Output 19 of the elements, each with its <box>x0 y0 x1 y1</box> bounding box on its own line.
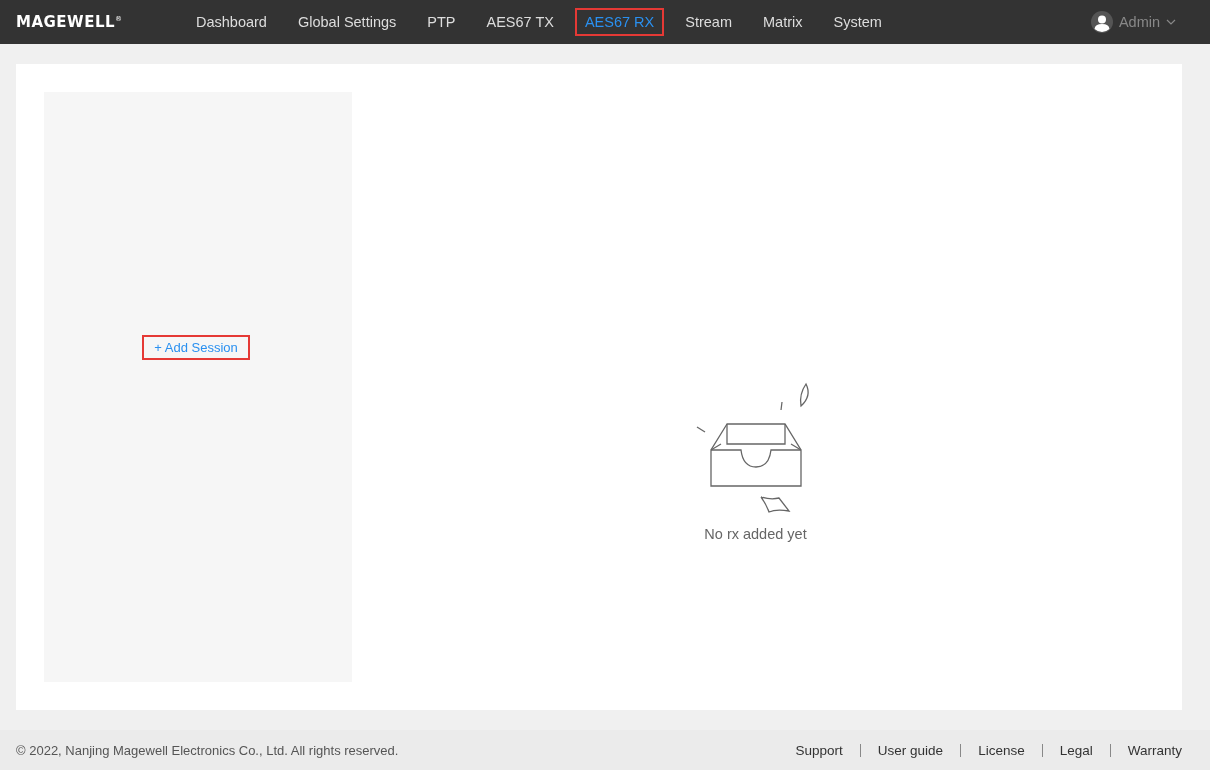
nav-tab[interactable]: Stream <box>675 8 742 36</box>
footer-link[interactable]: License <box>978 742 1025 758</box>
user-menu[interactable]: Admin <box>1084 10 1182 34</box>
footer-link[interactable]: Warranty <box>1127 742 1182 758</box>
footer-link[interactable]: Support <box>795 742 843 758</box>
logo[interactable]: MAGEWELL$^{®}$ <box>16 13 186 31</box>
nav-tab[interactable]: Dashboard <box>186 8 277 36</box>
nav-tab[interactable]: System <box>823 8 892 36</box>
footer-link[interactable]: Legal <box>1059 742 1093 758</box>
nav-tab[interactable]: PTP <box>417 8 466 36</box>
nav-tab[interactable]: Matrix <box>753 8 813 36</box>
nav-tab[interactable]: Global Settings <box>287 8 407 36</box>
copyright-text: © 2022, Nanjing Magewell Electronics Co., Ltd. All rights reserved. <box>16 742 399 758</box>
empty-message: No rx added yet <box>704 526 807 542</box>
nav-tab[interactable]: AES67 TX <box>476 8 564 36</box>
footer-link[interactable]: User guide <box>877 742 944 758</box>
user-avatar-icon <box>1090 11 1113 33</box>
chevron-down-icon <box>1166 19 1176 25</box>
nav-tab[interactable]: AES67 RX <box>574 8 665 36</box>
